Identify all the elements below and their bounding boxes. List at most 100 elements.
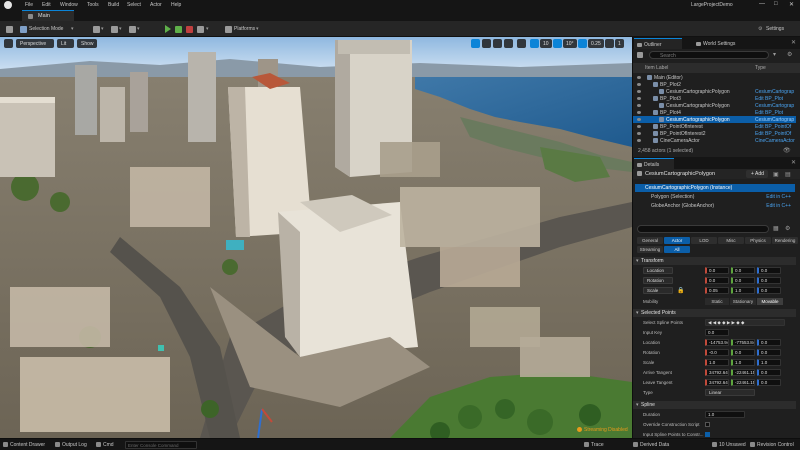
outliner-row-type[interactable]: CineCameraActor bbox=[755, 138, 795, 144]
add-content-icon[interactable] bbox=[93, 26, 100, 33]
visibility-eye-icon[interactable] bbox=[637, 118, 641, 121]
arrive-tangent-y-field[interactable]: -22461.1508 bbox=[731, 369, 755, 376]
section-spline[interactable]: ▾ Spline bbox=[633, 401, 796, 409]
menu-tools[interactable]: Tools bbox=[87, 2, 99, 8]
cmd-dropdown[interactable]: Cmd bbox=[103, 442, 114, 448]
visibility-eye-icon[interactable] bbox=[637, 125, 641, 128]
outliner-row[interactable]: CesiumCartographicPolygon CesiumCartograp bbox=[633, 88, 796, 95]
console-command-input[interactable]: Enter Console Command bbox=[125, 441, 197, 449]
outliner-search-input[interactable]: Search bbox=[649, 51, 769, 59]
arrive-tangent-x-field[interactable]: 34792.6487 bbox=[705, 369, 729, 376]
menu-select[interactable]: Select bbox=[127, 2, 141, 8]
visibility-eye-icon[interactable] bbox=[637, 104, 641, 107]
component-row[interactable]: GlobeAnchor (GlobeAnchor) Edit in C++ bbox=[635, 202, 795, 210]
perspective-button[interactable]: Perspective bbox=[16, 39, 54, 48]
filter-icon[interactable]: ▾ bbox=[773, 51, 776, 58]
category-physics[interactable]: Physics bbox=[745, 237, 771, 244]
visibility-eye-icon[interactable] bbox=[637, 83, 641, 86]
visibility-eye-icon[interactable] bbox=[637, 139, 641, 142]
unsaved-button[interactable]: 10 Unsaved bbox=[719, 442, 746, 448]
world-space-icon[interactable] bbox=[517, 39, 526, 48]
mobility-static[interactable]: Static bbox=[705, 298, 729, 305]
menu-actor[interactable]: Actor bbox=[150, 2, 162, 8]
sp-rotation-x-field[interactable]: -0.0 bbox=[705, 349, 729, 356]
minimize-icon[interactable]: — bbox=[759, 1, 765, 7]
scale-y-field[interactable]: 1.0 bbox=[731, 287, 755, 294]
tab-world-settings[interactable]: World Settings bbox=[693, 38, 753, 49]
visibility-eye-icon[interactable] bbox=[637, 90, 641, 93]
location-dropdown[interactable]: Location bbox=[643, 267, 673, 274]
sp-rotation-z-field[interactable]: 0.0 bbox=[757, 349, 781, 356]
category-actor[interactable]: Actor bbox=[664, 237, 690, 244]
outliner-row[interactable]: BP_PointOfInterest Edit BP_PointOf bbox=[633, 123, 796, 130]
scale-dropdown[interactable]: Scale bbox=[643, 287, 673, 294]
sp-location-y-field[interactable]: -77553.8463 bbox=[731, 339, 755, 346]
chevron-down-icon[interactable]: ▾ bbox=[119, 26, 122, 32]
visibility-eye-icon[interactable] bbox=[637, 132, 641, 135]
blueprint-icon[interactable]: ▣ bbox=[773, 171, 779, 178]
mobility-movable[interactable]: Movable bbox=[757, 298, 783, 305]
platforms-icon[interactable] bbox=[225, 26, 232, 33]
eject-icon[interactable] bbox=[197, 26, 204, 33]
scale-z-field[interactable]: 0.0 bbox=[757, 287, 781, 294]
rotation-x-field[interactable]: 0.0 bbox=[705, 277, 729, 284]
outliner-row[interactable]: BP_Plot3 Edit BP_Plot bbox=[633, 95, 796, 102]
menu-edit[interactable]: Edit bbox=[42, 2, 51, 8]
sp-scale-z-field[interactable]: 1.0 bbox=[757, 359, 781, 366]
play-icon[interactable] bbox=[165, 25, 171, 33]
outliner-row[interactable]: Main (Editor) bbox=[633, 74, 796, 81]
blueprint-icon[interactable] bbox=[111, 26, 118, 33]
sp-scale-x-field[interactable]: 1.0 bbox=[705, 359, 729, 366]
tab-details[interactable]: Details bbox=[634, 158, 674, 169]
rotation-snap-icon[interactable] bbox=[553, 39, 562, 48]
edit-in-cpp-link[interactable]: Edit in C++ bbox=[766, 203, 791, 209]
location-y-field[interactable]: 0.0 bbox=[731, 267, 755, 274]
chevron-down-icon[interactable]: ▾ bbox=[206, 26, 209, 32]
translate-tool-icon[interactable] bbox=[482, 39, 491, 48]
outliner-row[interactable]: BP_Plot2 bbox=[633, 81, 796, 88]
section-transform[interactable]: ▾ Transform bbox=[633, 257, 796, 265]
cinematics-icon[interactable] bbox=[129, 26, 136, 33]
rotation-z-field[interactable]: 0.0 bbox=[757, 277, 781, 284]
spline-point-selector-buttons[interactable]: ◀ ◀ ◆ ◆ ▶ ▶ ◆ ◆ bbox=[705, 319, 785, 326]
close-icon[interactable]: ✕ bbox=[791, 159, 796, 166]
rotation-y-field[interactable]: 0.0 bbox=[731, 277, 755, 284]
derived-data-button[interactable]: Derived Data bbox=[640, 442, 669, 448]
stop-icon[interactable] bbox=[186, 26, 193, 33]
leave-tangent-z-field[interactable]: 0.0 bbox=[757, 379, 781, 386]
lit-button[interactable]: Lit bbox=[57, 39, 74, 48]
content-drawer-button[interactable]: Content Drawer bbox=[10, 442, 45, 448]
mobility-stationary[interactable]: Stationary bbox=[730, 298, 756, 305]
outliner-row[interactable]: CineCameraActor CineCameraActor bbox=[633, 137, 796, 144]
chevron-down-icon[interactable]: ▾ bbox=[137, 26, 140, 32]
settings-dropdown[interactable]: Settings bbox=[766, 26, 784, 32]
camera-speed-icon[interactable] bbox=[605, 39, 614, 48]
lock-icon[interactable]: ▤ bbox=[785, 171, 791, 178]
chevron-down-icon[interactable]: ▾ bbox=[256, 26, 259, 32]
tab-outliner[interactable]: Outliner bbox=[634, 38, 682, 49]
show-button[interactable]: Show bbox=[77, 39, 97, 48]
save-icon[interactable] bbox=[6, 26, 13, 33]
sp-scale-y-field[interactable]: 1.0 bbox=[731, 359, 755, 366]
settings-gear-icon[interactable]: ⚙ bbox=[785, 225, 790, 232]
location-z-field[interactable]: 0.0 bbox=[757, 267, 781, 274]
simulate-icon[interactable] bbox=[175, 26, 182, 33]
leave-tangent-y-field[interactable]: -22461.1508 bbox=[731, 379, 755, 386]
input-spline-checkbox[interactable] bbox=[705, 432, 710, 437]
rotation-snap-value[interactable]: 10° bbox=[563, 39, 577, 48]
settings-gear-icon[interactable]: ⚙ bbox=[787, 51, 792, 58]
select-mode-icon[interactable] bbox=[20, 26, 27, 33]
category-lod[interactable]: LOD bbox=[691, 237, 717, 244]
close-icon[interactable]: ✕ bbox=[791, 39, 796, 46]
category-streaming[interactable]: Streaming bbox=[637, 246, 663, 253]
outliner-row[interactable]: CesiumCartographicPolygon CesiumCartograp bbox=[633, 116, 796, 123]
duration-field[interactable]: 1.0 bbox=[705, 411, 745, 418]
rotate-tool-icon[interactable] bbox=[493, 39, 502, 48]
camera-speed-value[interactable]: 1 bbox=[615, 39, 624, 48]
component-row[interactable]: CesiumCartographicPolygon (Instance) bbox=[635, 184, 795, 192]
view-options-icon[interactable]: 👁 bbox=[783, 147, 791, 154]
arrive-tangent-z-field[interactable]: 0.0 bbox=[757, 369, 781, 376]
sp-location-x-field[interactable]: -14753.945 bbox=[705, 339, 729, 346]
edit-in-cpp-link[interactable]: Edit in C++ bbox=[766, 194, 791, 200]
menu-file[interactable]: File bbox=[25, 2, 33, 8]
